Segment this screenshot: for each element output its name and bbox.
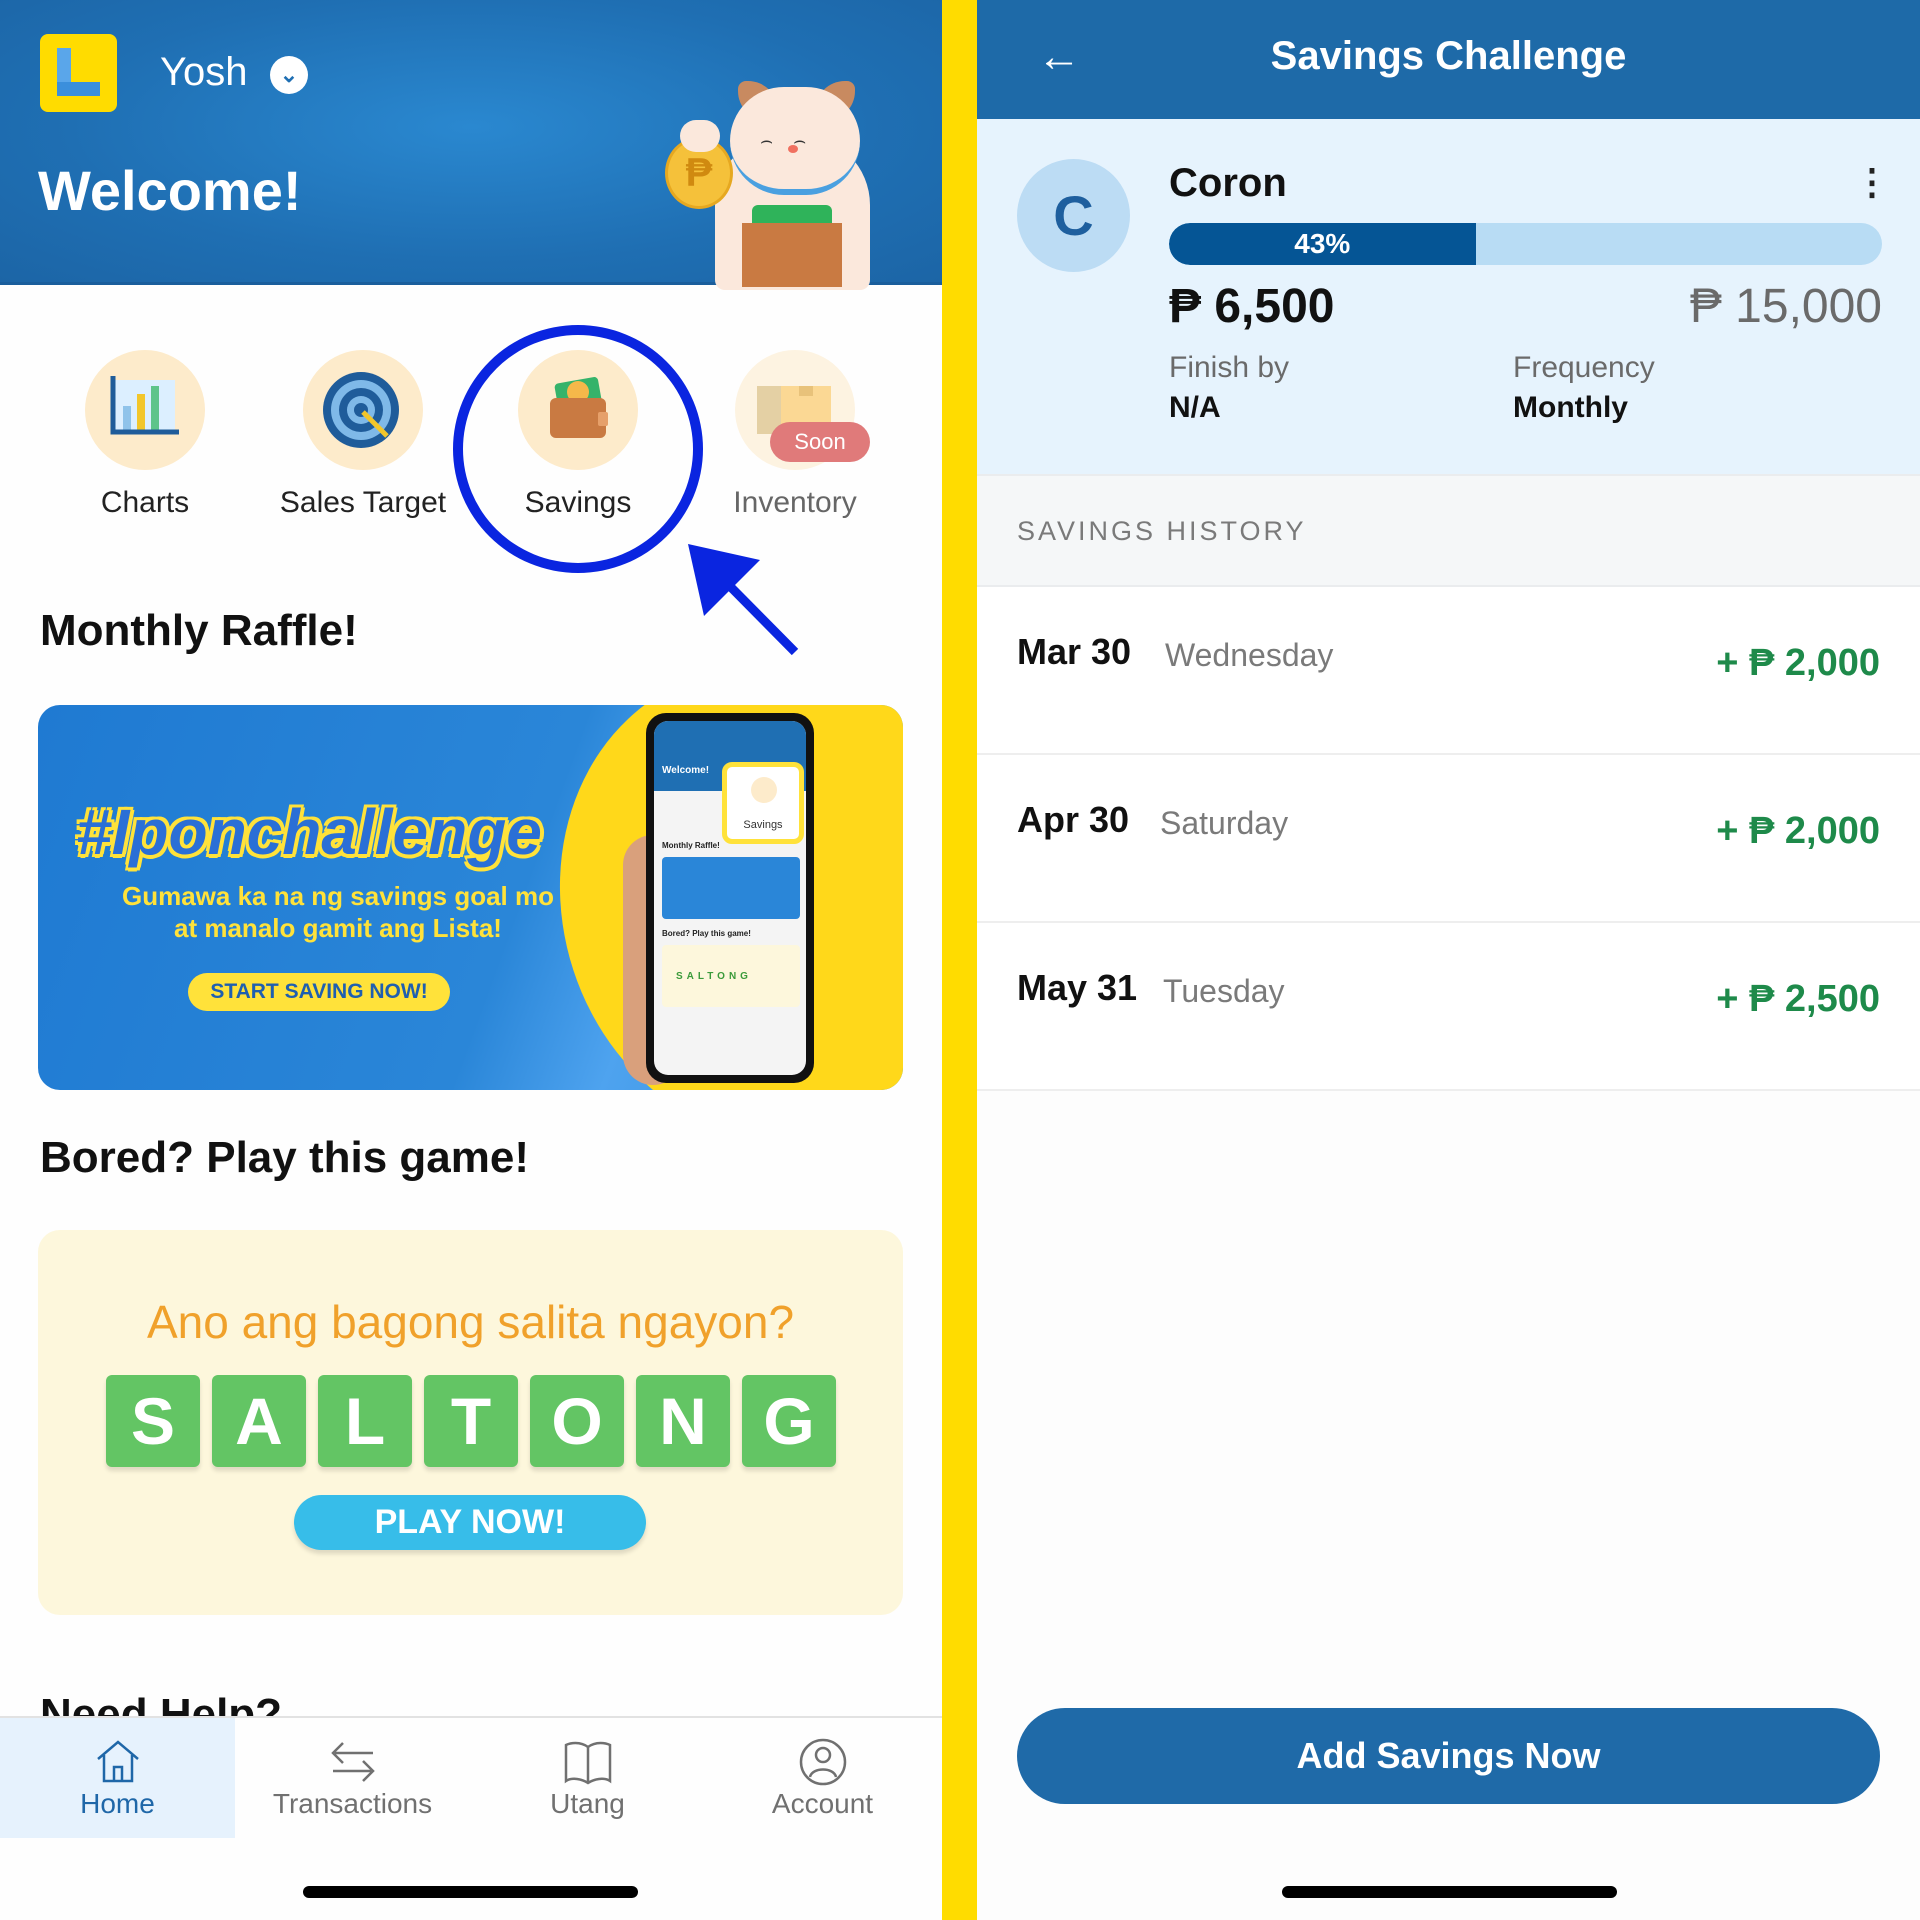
home-icon (0, 1738, 235, 1786)
more-options-icon[interactable]: ⋮ (1854, 159, 1890, 209)
history-row[interactable]: Mar 30 Wednesday + ₱ 2,000 (977, 587, 1920, 755)
savings-goal-card: C Coron ⋮ 43% ₱ 6,500 ₱ 15,000 Finish by… (977, 119, 1920, 474)
home-indicator[interactable] (1282, 1886, 1617, 1898)
history-date: May 31 (1017, 967, 1138, 1008)
feature-label: Sales Target (279, 486, 447, 519)
add-savings-button[interactable]: Add Savings Now (1017, 1708, 1880, 1804)
raffle-hashtag: #Iponchallenge (76, 796, 542, 868)
history-date: Apr 30 (1017, 799, 1130, 840)
frequency-label: Frequency (1513, 351, 1655, 384)
savings-history-header: SAVINGS HISTORY (977, 474, 1920, 587)
chevron-down-icon[interactable]: ⌄ (270, 56, 308, 94)
savings-header: ← Savings Challenge (977, 0, 1920, 119)
nav-transactions[interactable]: Transactions (235, 1718, 470, 1838)
store-name[interactable]: Yosh (160, 50, 248, 95)
page-title: Savings Challenge (1270, 34, 1627, 78)
history-day: Tuesday (1163, 973, 1285, 1009)
raffle-section-title: Monthly Raffle! (40, 606, 358, 655)
nav-utang[interactable]: Utang (470, 1718, 705, 1838)
bottom-nav: Home Transactions Utang Account (0, 1716, 942, 1920)
letter-tile: N (636, 1375, 730, 1467)
game-section-title: Bored? Play this game! (40, 1133, 530, 1182)
box-icon: Soon (735, 350, 870, 470)
history-row[interactable]: May 31 Tuesday + ₱ 2,500 (977, 923, 1920, 1091)
history-day: Saturday (1160, 805, 1289, 841)
saltong-game-card[interactable]: Ano ang bagong salita ngayon? S A L T O … (38, 1230, 903, 1615)
saltong-tiles: S A L T O N G (106, 1375, 836, 1467)
goal-progress-bar: 43% (1169, 223, 1882, 265)
feature-label: Charts (100, 486, 190, 519)
transfer-arrows-icon (235, 1738, 470, 1786)
game-question: Ano ang bagong salita ngayon? (146, 1296, 795, 1348)
history-amount: + ₱ 2,000 (1716, 810, 1880, 852)
finish-by-label: Finish by (1169, 351, 1290, 384)
letter-tile: O (530, 1375, 624, 1467)
start-saving-button[interactable]: START SAVING NOW! (188, 973, 450, 1011)
history-amount: + ₱ 2,000 (1716, 642, 1880, 684)
nav-home[interactable]: Home (0, 1718, 235, 1838)
book-icon (470, 1738, 705, 1786)
history-day: Wednesday (1165, 637, 1334, 673)
panel-divider (942, 0, 977, 1920)
welcome-heading: Welcome! (38, 159, 302, 222)
history-amount: + ₱ 2,500 (1716, 978, 1880, 1020)
savings-challenge-screen: ← Savings Challenge C Coron ⋮ 43% ₱ 6,50… (977, 0, 1920, 1920)
finish-by-value: N/A (1169, 391, 1221, 424)
letter-tile: T (424, 1375, 518, 1467)
letter-tile: G (742, 1375, 836, 1467)
history-row[interactable]: Apr 30 Saturday + ₱ 2,000 (977, 755, 1920, 923)
nav-account[interactable]: Account (705, 1718, 940, 1838)
progress-percent: 43% (1294, 228, 1351, 259)
pointer-arrow-icon (688, 544, 799, 656)
letter-tile: A (212, 1375, 306, 1467)
play-now-button[interactable]: PLAY NOW! (294, 1495, 646, 1550)
feature-inventory[interactable]: Soon Inventory (695, 350, 895, 520)
lista-logo (40, 34, 117, 112)
home-screen: Yosh ⌄ Welcome! ⌢⌢ ₱ Charts Sales Target… (0, 0, 942, 1920)
raffle-tagline: Gumawa ka na ng savings goal mo at manal… (121, 881, 554, 943)
goal-avatar: C (1017, 159, 1130, 272)
target-icon (303, 350, 423, 470)
lucky-cat-mascot-icon: ⌢⌢ ₱ (660, 75, 890, 290)
letter-tile: L (318, 1375, 412, 1467)
saved-amount: ₱ 6,500 (1169, 280, 1335, 333)
user-circle-icon (705, 1738, 940, 1786)
feature-charts[interactable]: Charts (45, 350, 245, 520)
goal-name: Coron (1169, 161, 1287, 205)
letter-tile: S (106, 1375, 200, 1467)
target-amount: ₱ 15,000 (1689, 280, 1882, 333)
home-indicator[interactable] (303, 1886, 638, 1898)
history-date: Mar 30 (1017, 631, 1132, 672)
home-header: Yosh ⌄ Welcome! ⌢⌢ ₱ (0, 0, 942, 290)
soon-badge: Soon (770, 422, 870, 462)
feature-sales-target[interactable]: Sales Target (263, 350, 463, 520)
bar-chart-icon (85, 350, 205, 470)
feature-label: Inventory (733, 486, 857, 519)
frequency-value: Monthly (1513, 391, 1628, 424)
phone-savings-popup: Savings (722, 762, 804, 844)
